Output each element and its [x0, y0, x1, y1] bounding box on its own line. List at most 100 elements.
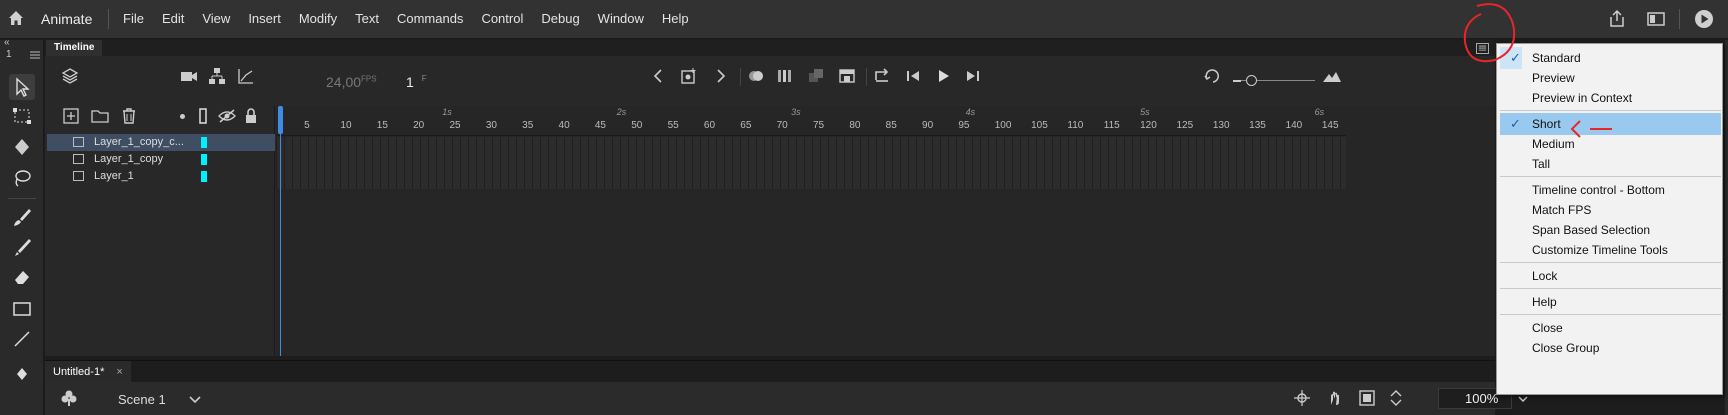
pen-tool-button[interactable] — [9, 358, 35, 384]
close-icon[interactable]: × — [116, 366, 122, 378]
loop-icon[interactable] — [872, 66, 892, 86]
stepper-icon[interactable] — [1386, 388, 1406, 408]
slider-thumb[interactable] — [1246, 75, 1257, 86]
graph-icon[interactable] — [236, 66, 256, 86]
rectangle-tool-button[interactable] — [9, 296, 35, 322]
frame-size-slider[interactable] — [1233, 75, 1315, 87]
eraser-tool-button[interactable] — [9, 264, 35, 290]
menu-window[interactable]: Window — [589, 11, 653, 26]
eye-hidden-icon[interactable] — [217, 106, 237, 126]
create-motion-tween-icon[interactable] — [806, 66, 826, 86]
parenting-icon[interactable] — [207, 66, 227, 86]
selection-tool-button[interactable] — [9, 74, 35, 100]
ruler-tick-label: 15 — [376, 120, 388, 131]
frame-ruler[interactable]: 5 10 15 20 25 30 35 40 45 50 55 60 65 70 75 80 85 90 95 100… — [276, 106, 1346, 136]
menu-help[interactable]: Help — [653, 11, 698, 26]
classic-tween-icon[interactable] — [837, 66, 857, 86]
menu-edit[interactable]: Edit — [153, 11, 193, 26]
tab-timeline[interactable]: Timeline — [46, 40, 103, 56]
step-back-icon[interactable] — [903, 66, 923, 86]
play-icon[interactable] — [933, 66, 953, 86]
rotate-hand-icon[interactable] — [1325, 388, 1345, 408]
free-transform-tool-button[interactable] — [9, 103, 35, 129]
menu-item-match-fps[interactable]: Match FPS — [1500, 199, 1721, 221]
scene-clubs-icon[interactable] — [59, 388, 79, 408]
line-tool-button[interactable] — [9, 326, 35, 352]
menu-item-customize-timeline-tools[interactable]: Customize Timeline Tools — [1500, 239, 1721, 261]
menu-item-span-based-selection[interactable]: Span Based Selection — [1500, 219, 1721, 241]
fps-value: 24,00 — [326, 74, 362, 90]
menu-item-tall[interactable]: Tall — [1500, 153, 1721, 175]
menu-item-close-group[interactable]: Close Group — [1500, 337, 1721, 359]
center-frame-icon[interactable] — [1203, 66, 1223, 86]
playhead-handle[interactable] — [278, 106, 283, 134]
brush-tool-button[interactable] — [9, 204, 35, 230]
layer-row[interactable]: Layer_1_copy_c... — [47, 134, 275, 151]
menu-item-medium[interactable]: Medium — [1500, 133, 1721, 155]
workspace-icon[interactable] — [1645, 8, 1667, 30]
menu-commands[interactable]: Commands — [388, 11, 472, 26]
clip-stage-icon[interactable] — [1357, 388, 1377, 408]
crosshair-icon[interactable] — [1292, 388, 1312, 408]
menu-item-preview[interactable]: Preview — [1500, 67, 1721, 89]
menu-insert[interactable]: Insert — [239, 11, 290, 26]
menu-item-label: Short — [1532, 117, 1561, 131]
frames-area[interactable]: 5 10 15 20 25 30 35 40 45 50 55 60 65 70 75 80 85 90 95 100… — [276, 106, 1495, 372]
current-frame[interactable]: 1F — [406, 74, 427, 90]
document-tab[interactable]: Untitled-1* × — [45, 361, 131, 383]
panel-menu-icon[interactable] — [30, 51, 40, 59]
layer-color-swatch[interactable] — [201, 154, 207, 165]
new-layer-icon[interactable] — [61, 106, 81, 126]
menu-lines-icon — [1478, 45, 1487, 51]
mountains-icon[interactable] — [1322, 66, 1342, 86]
menu-debug[interactable]: Debug — [532, 11, 588, 26]
layer-row[interactable]: Layer_1_copy — [47, 151, 275, 168]
share-icon[interactable] — [1606, 8, 1628, 30]
layer-color-swatch[interactable] — [201, 171, 207, 182]
checkmark-icon: ✓ — [1510, 116, 1521, 131]
outline-icon[interactable] — [193, 106, 213, 126]
menu-view[interactable]: View — [193, 11, 239, 26]
ruler-tick-label: 55 — [667, 120, 679, 131]
panel-options-button[interactable] — [1476, 43, 1489, 54]
menu-control[interactable]: Control — [472, 11, 532, 26]
menu-item-label: Medium — [1532, 137, 1575, 151]
lock-icon[interactable] — [241, 106, 261, 126]
scene-name[interactable]: Scene 1 — [118, 392, 166, 407]
folder-icon[interactable] — [90, 106, 110, 126]
menu-item-help[interactable]: Help — [1500, 291, 1721, 313]
collapse-arrows[interactable]: « — [4, 37, 10, 48]
chevron-down-icon[interactable] — [185, 389, 205, 409]
edit-multiple-frames-icon[interactable] — [775, 66, 795, 86]
menu-text[interactable]: Text — [346, 11, 388, 26]
menu-item-timeline-control-bottom[interactable]: Timeline control - Bottom — [1500, 179, 1721, 201]
pencil-tool-button[interactable] — [9, 234, 35, 260]
layer-row[interactable]: Layer_1 — [47, 168, 275, 185]
frame-tracks[interactable] — [276, 137, 1346, 189]
lasso-tool-button[interactable] — [9, 165, 35, 191]
highlight-dot-icon[interactable] — [180, 114, 185, 119]
menu-modify[interactable]: Modify — [290, 11, 346, 26]
play-test-icon[interactable] — [1693, 8, 1715, 30]
onion-skin-icon[interactable] — [746, 66, 766, 86]
menu-item-preview-in-context[interactable]: Preview in Context — [1500, 87, 1721, 109]
fps-display[interactable]: 24,00FPS — [326, 74, 377, 90]
menu-item-lock[interactable]: Lock — [1500, 265, 1721, 287]
chevron-left-icon[interactable] — [649, 66, 669, 86]
trash-icon[interactable] — [119, 106, 139, 126]
camera-icon[interactable] — [179, 66, 199, 86]
keyframe-insert-icon[interactable] — [679, 66, 699, 86]
tools-divider — [8, 198, 36, 199]
menu-file[interactable]: File — [114, 11, 153, 26]
menu-item-standard[interactable]: ✓ Standard — [1500, 47, 1721, 69]
step-forward-icon[interactable] — [963, 66, 983, 86]
menu-item-close[interactable]: Close — [1500, 317, 1721, 339]
brush-icon — [15, 239, 31, 256]
home-icon[interactable] — [6, 8, 26, 28]
3d-rotation-tool-button[interactable] — [9, 134, 35, 160]
layers-icon[interactable] — [60, 66, 80, 86]
chevron-right-icon[interactable] — [710, 66, 730, 86]
menu-item-short[interactable]: ✓ Short — [1500, 113, 1721, 135]
playhead[interactable] — [278, 106, 283, 356]
layer-color-swatch[interactable] — [201, 137, 207, 148]
